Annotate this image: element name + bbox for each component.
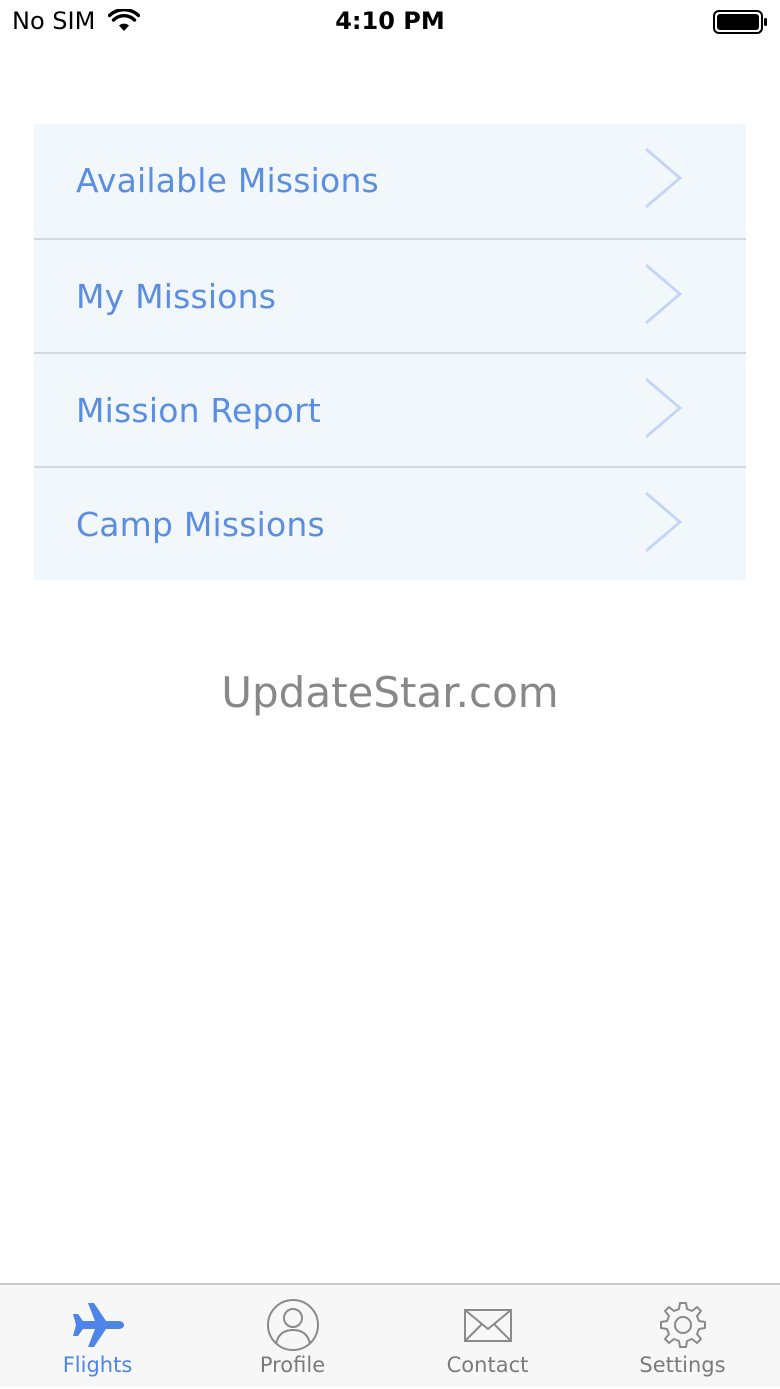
menu-item-label: Mission Report <box>76 391 321 430</box>
battery-full-icon <box>713 10 767 34</box>
chevron-right-icon <box>645 491 683 553</box>
menu-item-my-missions[interactable]: My Missions <box>34 238 746 352</box>
menu-item-available-missions[interactable]: Available Missions <box>34 124 746 238</box>
clock: 4:10 PM <box>335 7 445 35</box>
user-circle-icon <box>266 1299 319 1351</box>
menu-item-label: My Missions <box>76 277 277 316</box>
chevron-right-icon <box>645 147 683 209</box>
tab-label: Profile <box>259 1353 326 1377</box>
tab-label: Flights <box>62 1353 133 1377</box>
envelope-icon <box>463 1309 512 1342</box>
tab-profile[interactable]: Profile <box>195 1285 390 1389</box>
tab-bar: Flights Profile Contact Settings <box>0 1283 780 1387</box>
missions-menu: Available Missions My Missions Mission R… <box>34 124 746 580</box>
gear-icon <box>659 1302 706 1348</box>
airplane-icon <box>72 1303 124 1347</box>
tab-contact[interactable]: Contact <box>390 1285 585 1389</box>
menu-item-label: Camp Missions <box>76 505 325 544</box>
tab-label: Settings <box>639 1353 726 1377</box>
chevron-right-icon <box>645 263 683 325</box>
menu-item-label: Available Missions <box>76 161 379 200</box>
status-bar: No SIM 4:10 PM <box>0 0 780 44</box>
menu-item-mission-report[interactable]: Mission Report <box>34 352 746 466</box>
menu-item-camp-missions[interactable]: Camp Missions <box>34 466 746 580</box>
tab-settings[interactable]: Settings <box>585 1285 780 1389</box>
tab-flights[interactable]: Flights <box>0 1285 195 1389</box>
tab-label: Contact <box>446 1353 529 1377</box>
chevron-right-icon <box>645 377 683 439</box>
watermark-text: UpdateStar.com <box>221 668 559 717</box>
